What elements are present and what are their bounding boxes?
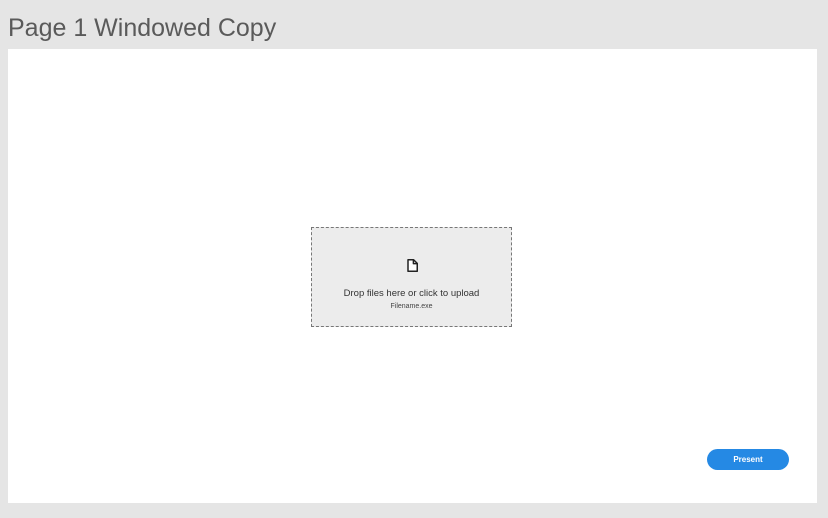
upload-prompt: Drop files here or click to upload bbox=[343, 288, 480, 299]
page-canvas: Drop files here or click to upload Filen… bbox=[8, 49, 817, 503]
upload-filename: Filename.exe bbox=[390, 303, 433, 310]
file-icon bbox=[407, 259, 418, 272]
present-button[interactable]: Present bbox=[707, 449, 789, 470]
page-title: Page 1 Windowed Copy bbox=[8, 14, 277, 42]
file-upload-dropzone[interactable]: Drop files here or click to upload Filen… bbox=[311, 227, 512, 327]
